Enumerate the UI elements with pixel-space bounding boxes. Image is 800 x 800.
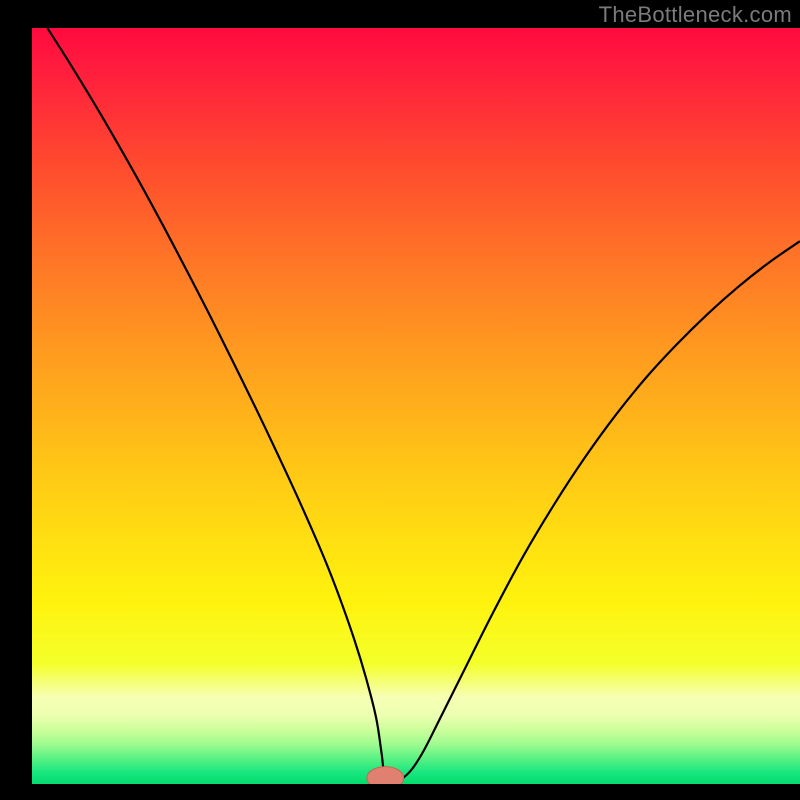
bottleneck-chart: [32, 28, 800, 784]
watermark-text: TheBottleneck.com: [599, 2, 792, 28]
gradient-background: [32, 28, 800, 784]
chart-frame: TheBottleneck.com: [0, 0, 800, 800]
plot-area: [32, 28, 800, 784]
